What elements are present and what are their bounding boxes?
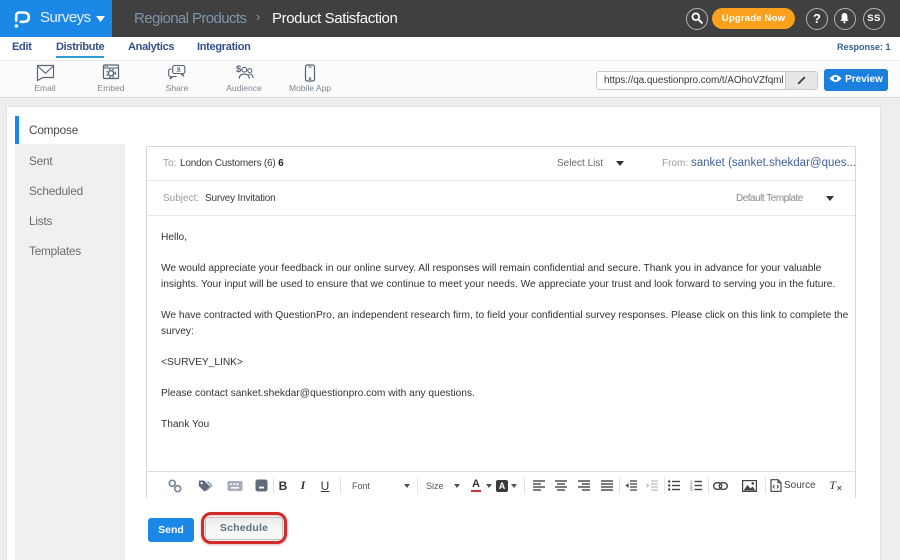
svg-text:$: $ bbox=[236, 64, 242, 75]
svg-text:3: 3 bbox=[690, 487, 693, 491]
